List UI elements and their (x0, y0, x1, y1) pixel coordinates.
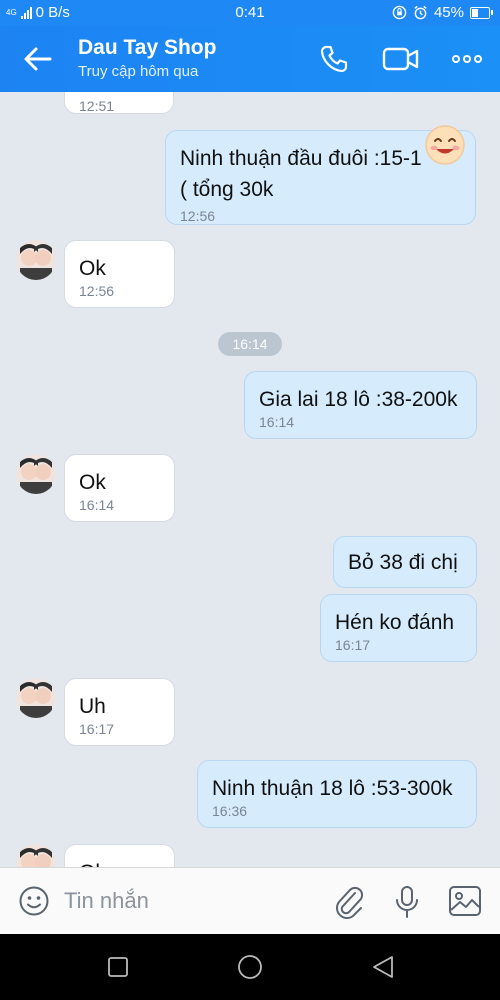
back-nav-icon[interactable] (370, 954, 396, 980)
contact-avatar[interactable] (16, 678, 56, 718)
chat-header: Dau Tay Shop Truy cập hôm qua (0, 26, 500, 92)
message-text: Ninh thuận 18 lô :53-300k (212, 777, 453, 800)
message-time: 16:36 (212, 803, 248, 819)
more-options-icon[interactable] (452, 43, 482, 75)
emoji-icon[interactable] (18, 885, 50, 917)
message-text: Ok (79, 257, 106, 280)
alarm-icon (414, 5, 427, 20)
message-time: 12:56 (180, 208, 216, 224)
battery-icon (470, 6, 493, 19)
contact-avatar[interactable] (16, 240, 56, 280)
smiley-sticker-icon[interactable] (424, 124, 466, 166)
contact-avatar[interactable] (16, 454, 56, 494)
message-time: 12:51 (79, 98, 115, 114)
message-time: 16:14 (259, 414, 295, 430)
message-bubble-outgoing[interactable]: Gia lai 18 lô :38-200k 16:14 (244, 371, 477, 439)
system-navigation-bar (0, 934, 500, 1000)
message-text: Uh (79, 695, 106, 718)
image-gallery-icon[interactable] (448, 885, 482, 917)
message-bubble-outgoing[interactable]: Hén ko đánh 16:17 (320, 594, 477, 662)
message-text-line2: ( tổng 30k (180, 178, 274, 201)
message-text: Ok (79, 471, 106, 494)
back-arrow-icon[interactable] (20, 44, 56, 74)
message-input[interactable]: Tin nhắn (64, 888, 149, 914)
message-bubble-outgoing[interactable]: Bỏ 38 đi chị (333, 536, 477, 588)
time-divider: 16:14 (218, 332, 282, 356)
message-time: 16:17 (335, 637, 371, 653)
message-text: Hén ko đánh (335, 611, 455, 634)
contact-name[interactable]: Dau Tay Shop (78, 36, 216, 60)
message-text: Ninh thuận đầu đuôi :15-1 (180, 147, 422, 170)
status-bar: 4G 0 B/s 0:41 45% (0, 0, 500, 26)
message-text: Bỏ 38 đi chị (348, 551, 458, 574)
message-bubble-incoming[interactable]: Uh 16:17 (64, 678, 175, 746)
message-text: Ok (79, 857, 160, 867)
battery-percent: 45% (433, 4, 464, 21)
message-text: Gia lai 18 lô :38-200k (259, 388, 458, 411)
message-bubble-incoming[interactable]: Ok 12:56 (64, 240, 175, 308)
message-bubble-incoming[interactable]: Ok (64, 844, 175, 867)
microphone-icon[interactable] (394, 885, 420, 919)
status-right: 45% (392, 4, 493, 21)
video-call-icon[interactable] (382, 43, 420, 75)
home-icon[interactable] (237, 954, 263, 980)
message-bubble-incoming[interactable]: Ok 16:14 (64, 454, 175, 522)
message-time: 12:56 (79, 283, 115, 299)
message-time: 16:17 (79, 721, 115, 737)
contact-avatar[interactable] (16, 844, 56, 867)
chat-area[interactable]: 12:51 Ninh thuận đầu đuôi :15-1 ( tổng 3… (0, 92, 500, 867)
message-input-bar: Tin nhắn (0, 867, 500, 935)
attachment-icon[interactable] (333, 885, 365, 919)
message-bubble-outgoing[interactable]: Ninh thuận 18 lô :53-300k 16:36 (197, 760, 477, 828)
message-time: 16:14 (79, 497, 115, 513)
message-bubble-incoming[interactable]: 12:51 (64, 92, 174, 114)
phone-call-icon[interactable] (318, 43, 350, 75)
last-seen-status: Truy cập hôm qua (78, 63, 199, 80)
recent-apps-icon[interactable] (107, 956, 129, 978)
rotation-lock-icon (392, 5, 407, 20)
